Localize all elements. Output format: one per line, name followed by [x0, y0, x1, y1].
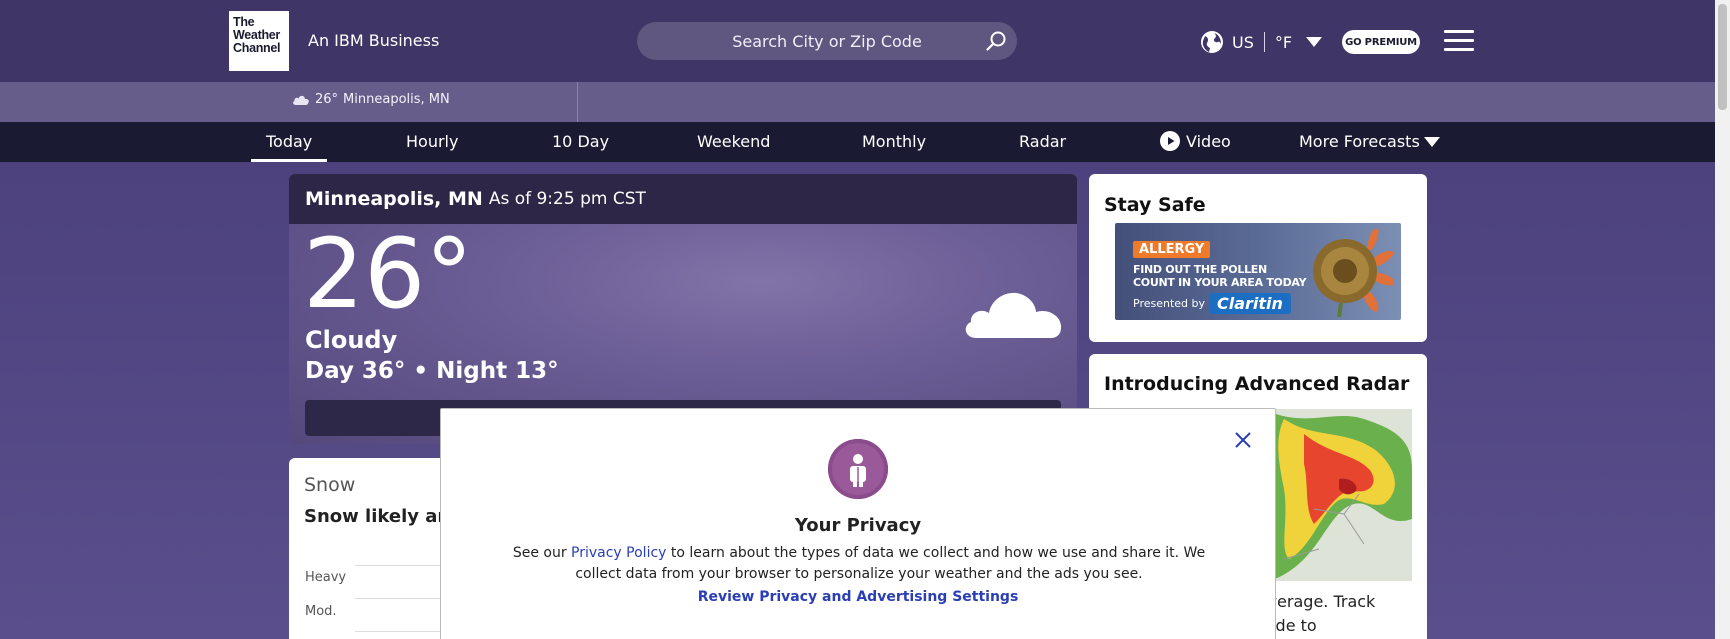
chevron-down-icon: [1306, 37, 1323, 47]
recent-location-temp: 26°: [315, 92, 339, 107]
country-code: US: [1232, 32, 1254, 52]
privacy-modal: Your Privacy See our Privacy Policy to l…: [440, 408, 1276, 639]
globe-icon: [1201, 31, 1223, 53]
subbar-divider: [577, 82, 578, 122]
close-icon[interactable]: [1234, 431, 1252, 449]
temperature-unit: °F: [1274, 32, 1293, 52]
privacy-person-icon: [828, 439, 888, 499]
review-privacy-settings-link[interactable]: Review Privacy and Advertising Settings: [441, 589, 1275, 605]
scrollbar-thumb[interactable]: [1718, 4, 1727, 110]
tab-monthly[interactable]: Monthly: [862, 122, 926, 162]
current-temperature: 26°: [303, 218, 474, 330]
logo-line-3: Channel: [233, 41, 281, 55]
advanced-radar-title: Introducing Advanced Radar: [1104, 373, 1410, 395]
cloud-icon: [293, 95, 309, 105]
tab-10-day[interactable]: 10 Day: [552, 122, 609, 162]
tab-weekend[interactable]: Weekend: [697, 122, 770, 162]
day-night-temps: Day 36° • Night 13°: [305, 358, 559, 384]
cloudy-icon: [965, 292, 1062, 338]
search-placeholder: Search City or Zip Code: [732, 31, 922, 51]
privacy-body: See our Privacy Policy to learn about th…: [511, 543, 1207, 585]
recent-location-city: Minneapolis, MN: [343, 92, 450, 107]
ad-badge: ALLERGY: [1133, 241, 1211, 258]
stay-safe-title: Stay Safe: [1104, 194, 1206, 216]
privacy-body-suffix: to learn about the types of data we coll…: [575, 545, 1206, 582]
stay-safe-card: Stay Safe ALLERGY FIND OUT THE POLLEN CO…: [1089, 174, 1427, 342]
locale-divider: [1263, 32, 1265, 52]
forecast-nav: [0, 122, 1715, 162]
privacy-policy-link[interactable]: Privacy Policy: [571, 545, 666, 561]
search-input[interactable]: Search City or Zip Code: [637, 22, 1017, 60]
search-icon[interactable]: [985, 30, 1007, 52]
ibm-tagline: An IBM Business: [308, 31, 440, 50]
ad-line-1: FIND OUT THE POLLEN: [1133, 263, 1267, 276]
hamburger-menu-icon[interactable]: [1444, 30, 1474, 52]
tab-radar[interactable]: Radar: [1019, 122, 1066, 162]
snow-level-heavy: Heavy: [305, 570, 347, 585]
tab-more-forecasts-label: More Forecasts: [1299, 132, 1420, 151]
tab-video-label: Video: [1186, 132, 1231, 151]
locale-selector[interactable]: US °F: [1200, 30, 1323, 54]
privacy-body-prefix: See our: [512, 545, 572, 561]
current-conditions-card: Minneapolis, MN As of 9:25 pm CST 26° Cl…: [289, 174, 1077, 444]
tab-video[interactable]: Video: [1160, 122, 1231, 162]
current-city: Minneapolis, MN: [305, 188, 483, 210]
page-scrollbar[interactable]: [1715, 0, 1730, 639]
weather-channel-logo[interactable]: The Weather Channel: [229, 11, 289, 71]
ad-brand: Claritin: [1209, 293, 1291, 314]
privacy-title: Your Privacy: [794, 515, 922, 536]
play-icon: [1160, 131, 1180, 151]
snow-title: Snow: [304, 474, 356, 496]
tab-more-forecasts[interactable]: More Forecasts: [1299, 122, 1440, 162]
ad-presented-by: Presented by: [1133, 297, 1206, 310]
claritin-ad[interactable]: ALLERGY FIND OUT THE POLLEN COUNT IN YOU…: [1115, 223, 1401, 320]
ad-line-2: COUNT IN YOUR AREA TODAY: [1133, 276, 1307, 289]
caret-down-icon: [1423, 136, 1440, 147]
tab-hourly[interactable]: Hourly: [406, 122, 458, 162]
current-timestamp: As of 9:25 pm CST: [488, 189, 646, 209]
current-conditions-header: Minneapolis, MN As of 9:25 pm CST: [289, 174, 1077, 224]
current-phrase: Cloudy: [305, 326, 398, 354]
recent-location-item[interactable]: 26° Minneapolis, MN: [292, 92, 450, 107]
tab-today[interactable]: Today: [250, 122, 328, 162]
recent-locations-bar: [0, 82, 1715, 122]
go-premium-button[interactable]: GO PREMIUM: [1342, 30, 1420, 54]
snow-level-mod: Mod.: [305, 604, 337, 619]
flower-icon: [1313, 229, 1393, 317]
